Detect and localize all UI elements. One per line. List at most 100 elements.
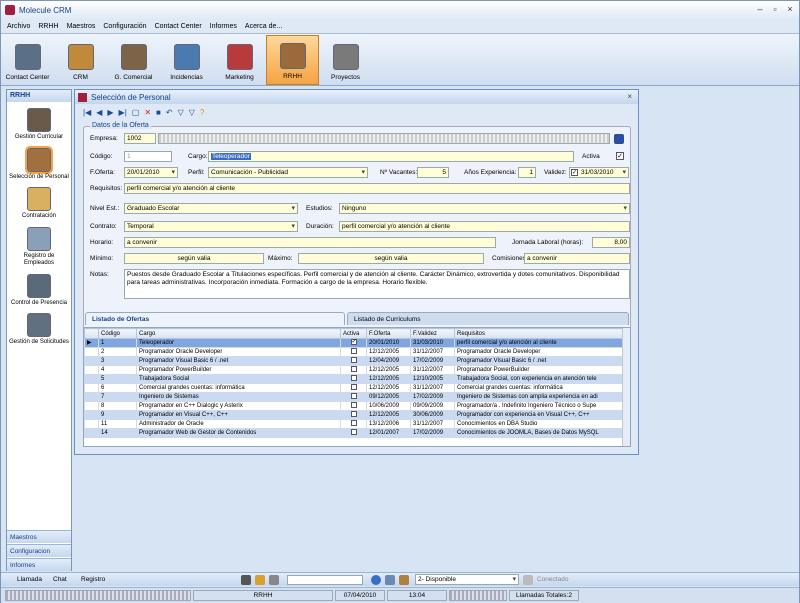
jornada-field[interactable]: 8,00 xyxy=(592,237,630,248)
requisitos-field[interactable]: perfil comercial y/o atención al cliente xyxy=(124,183,630,194)
first-record-icon[interactable]: |◀ xyxy=(83,108,91,117)
last-record-icon[interactable]: ▶| xyxy=(119,108,127,117)
menu-contact-center[interactable]: Contact Center xyxy=(155,23,202,30)
cargo-field[interactable]: Teleoperador xyxy=(208,151,574,162)
menu-configuracion[interactable]: Configuración xyxy=(103,23,146,30)
nav-item-gestion-de-solicitudes[interactable]: Gestión de Solicitudes xyxy=(7,313,71,347)
close-icon[interactable]: × xyxy=(783,4,797,14)
save-icon[interactable]: ■ xyxy=(156,108,161,117)
activa-cell-checkbox[interactable]: ✓ xyxy=(350,339,357,346)
grid-scrollbar[interactable] xyxy=(622,328,630,446)
nav-item-control-de-presencia[interactable]: Control de Presencia xyxy=(7,273,71,308)
status-globe-icon[interactable] xyxy=(371,575,381,585)
activa-cell-checkbox[interactable] xyxy=(350,357,357,364)
perfil-select[interactable]: Comunicación - Publicidad xyxy=(208,167,368,178)
nav-item-gestion-curricular[interactable]: Gestión Curricular xyxy=(7,108,71,142)
phone-icon[interactable] xyxy=(241,575,251,585)
filter-icon[interactable]: ▽ xyxy=(178,108,184,117)
column-header-cargo[interactable]: Cargo xyxy=(136,328,341,339)
table-row[interactable]: 3 Programador Visual Basic 6 / .net 12/04/… xyxy=(84,356,625,366)
filter-clear-icon[interactable]: ▽ xyxy=(189,108,195,117)
estudios-select[interactable]: Ninguno xyxy=(339,203,630,214)
experiencia-field[interactable]: 1 xyxy=(518,167,536,178)
column-header-f-validez[interactable]: F.Validez xyxy=(410,328,455,339)
ribbon-incidencias-button[interactable]: Incidencias xyxy=(160,35,213,85)
foferta-field[interactable]: 20/01/2010 xyxy=(124,167,178,178)
validez-checkbox[interactable]: ✓ xyxy=(571,169,578,176)
nav-bottom-configuracion[interactable]: Configuracion xyxy=(7,544,71,557)
activa-cell-checkbox[interactable] xyxy=(350,393,357,400)
menu-maestros[interactable]: Maestros xyxy=(67,23,96,30)
ribbon-crm-button[interactable]: CRM xyxy=(54,35,107,85)
nav-item-contratacion[interactable]: Contratación xyxy=(7,187,71,221)
folder-icon[interactable] xyxy=(399,575,409,585)
ribbon-contact-center-button[interactable]: Contact Center xyxy=(1,35,54,85)
minimize-icon[interactable]: – xyxy=(753,4,767,14)
ribbon-marketing-button[interactable]: Marketing xyxy=(213,35,266,85)
menu-archivo[interactable]: Archivo xyxy=(7,23,30,30)
menu-acerca-de[interactable]: Acerca de... xyxy=(245,23,282,30)
nivel-select[interactable]: Graduado Escolar xyxy=(124,203,298,214)
table-row[interactable]: 2 Programador Oracle Developer 12/12/2005 3… xyxy=(84,347,625,357)
tab-llamada[interactable]: Llamada xyxy=(17,576,42,583)
column-header-f-oferta[interactable]: F.Oferta xyxy=(366,328,411,339)
activa-cell-checkbox[interactable] xyxy=(350,402,357,409)
undo-icon[interactable]: ↶ xyxy=(166,108,173,117)
dial-input[interactable] xyxy=(287,575,363,585)
comisiones-field[interactable]: a convenir xyxy=(524,253,630,264)
menu-informes[interactable]: Informes xyxy=(210,23,237,30)
maximo-field[interactable]: según valia xyxy=(298,253,484,264)
nav-bottom-informes[interactable]: Informes xyxy=(7,558,71,571)
agent-icon[interactable] xyxy=(385,575,395,585)
table-row[interactable]: 14 Programador Web de Gestor de Contenido… xyxy=(84,428,625,438)
tab-listado-curriculums[interactable]: Listado de Curriculums xyxy=(347,312,629,325)
activa-cell-checkbox[interactable] xyxy=(350,420,357,427)
prev-record-icon[interactable]: ◀ xyxy=(96,108,102,117)
activa-cell-checkbox[interactable] xyxy=(350,366,357,373)
menu-rrhh[interactable]: RRHH xyxy=(38,23,58,30)
child-close-icon[interactable]: × xyxy=(627,92,632,101)
hold-icon[interactable] xyxy=(269,575,279,585)
table-row[interactable]: 9 Programador en Visual C++, C++ 12/12/200… xyxy=(84,410,625,420)
vacantes-field[interactable]: 5 xyxy=(417,167,449,178)
notas-textarea[interactable]: Puestos desde Graduado Escolar a Titulac… xyxy=(124,269,630,299)
column-header-indicator[interactable] xyxy=(84,328,99,339)
next-record-icon[interactable]: ▶ xyxy=(107,108,113,117)
nav-item-registro-de-empleados[interactable]: Registro de Empleados xyxy=(7,226,71,268)
activa-cell-checkbox[interactable] xyxy=(350,375,357,382)
help-icon[interactable]: ? xyxy=(200,108,204,117)
column-header-requisitos[interactable]: Requisitos xyxy=(454,328,625,339)
nav-bottom-maestros[interactable]: Maestros xyxy=(7,530,71,543)
empresa-field[interactable]: 1002 xyxy=(124,133,156,144)
nav-item-seleccion-de-personal[interactable]: Selección de Personal xyxy=(7,145,71,182)
table-row[interactable]: 6 Comercial grandes cuentas: informática 1… xyxy=(84,383,625,393)
contrato-select[interactable]: Temporal xyxy=(124,221,298,232)
ribbon-rrhh-button[interactable]: RRHH xyxy=(266,35,319,85)
activa-cell-checkbox[interactable] xyxy=(350,348,357,355)
table-row[interactable]: 7 Ingeniero de Sistemas 09/12/2005 17/02/20… xyxy=(84,392,625,402)
tab-chat[interactable]: Chat xyxy=(53,576,67,583)
maximize-icon[interactable]: ▫ xyxy=(768,4,782,14)
tab-listado-ofertas[interactable]: Listado de Ofertas xyxy=(85,312,345,325)
ribbon-proyectos-button[interactable]: Proyectos xyxy=(319,35,372,85)
table-row[interactable]: 5 Trabajadora Social 12/12/2005 12/10/2005 T… xyxy=(84,374,625,384)
ribbon-g-comercial-button[interactable]: G. Comercial xyxy=(107,35,160,85)
table-row[interactable]: 4 Programador PowerBuilder 12/12/2005 31/12… xyxy=(84,365,625,375)
new-record-icon[interactable]: ▢ xyxy=(132,108,140,117)
transfer-icon[interactable] xyxy=(255,575,265,585)
table-row[interactable]: ▶ 1 Teleoperador ✓ 20/01/2010 31/03/2010 perfi… xyxy=(84,338,625,348)
horario-field[interactable]: a convenir xyxy=(124,237,496,248)
codigo-field[interactable]: 1 xyxy=(124,151,172,162)
minimo-field[interactable]: según valia xyxy=(124,253,264,264)
activa-cell-checkbox[interactable] xyxy=(350,411,357,418)
duracion-field[interactable]: perfil comercial y/o atención al cliente xyxy=(339,221,630,232)
empresa-lookup-icon[interactable] xyxy=(614,134,624,144)
validez-field[interactable]: 31/03/2010 xyxy=(569,167,629,178)
disponible-select[interactable]: 2- Disponible xyxy=(415,574,519,585)
column-header-activa[interactable]: Activa xyxy=(340,328,367,339)
table-row[interactable]: 8 Programador en C++ Dialogic y Asterix 10… xyxy=(84,401,625,411)
tab-registro[interactable]: Registro xyxy=(81,576,105,583)
delete-record-icon[interactable]: ✕ xyxy=(144,108,151,117)
table-row[interactable]: 11 Administrador de Oracle 13/12/2006 31/12… xyxy=(84,419,625,429)
activa-cell-checkbox[interactable] xyxy=(350,429,357,436)
